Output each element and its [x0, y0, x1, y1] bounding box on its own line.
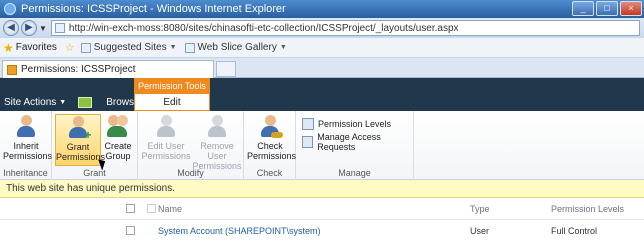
button-label-line1: Inherit	[13, 141, 39, 151]
manage-access-requests-button[interactable]: Manage Access Requests	[302, 132, 413, 152]
group-label: Inheritance	[3, 168, 48, 178]
check-permissions-icon	[257, 114, 283, 138]
favorites-star-icon[interactable]: ★	[3, 41, 14, 55]
button-label-line2: Permissions	[141, 151, 191, 161]
column-header-permission-levels[interactable]: Permission Levels	[551, 204, 624, 214]
ribbon-group-manage: Permission Levels Manage Access Requests…	[296, 111, 414, 180]
address-url[interactable]: http://win-exch-moss:8080/sites/chinasof…	[69, 23, 459, 34]
user-name-link[interactable]: System Account (SHAREPOINT\system)	[158, 226, 321, 236]
grant-permissions-button[interactable]: + Grant Permissions	[55, 114, 106, 166]
forward-button[interactable]: ▶	[21, 20, 37, 36]
browser-tab[interactable]: Permissions: ICSSProject	[2, 60, 214, 78]
favorites-bar: ★ Favorites ☆ Suggested Sites ▼ Web Slic…	[0, 38, 644, 58]
button-label-line2: Permissions	[247, 151, 297, 161]
navigate-up-icon[interactable]	[78, 97, 93, 108]
table-header: Name Type Permission Levels	[0, 198, 644, 220]
edit-user-permissions-button[interactable]: Edit User Permissions	[141, 114, 191, 166]
favorites-button[interactable]: Favorites	[16, 42, 57, 53]
inherit-permissions-button[interactable]: Inherit Permissions	[3, 114, 53, 166]
unique-permissions-notice: This web site has unique permissions.	[0, 180, 644, 198]
button-label: Manage Access Requests	[317, 132, 381, 152]
link-icon	[80, 42, 91, 53]
history-dropdown-icon[interactable]: ▼	[39, 24, 47, 33]
select-all-checkbox[interactable]	[126, 204, 135, 213]
ribbon-group-modify: Edit User Permissions Remove User Permis…	[138, 111, 244, 180]
chevron-down-icon: ▼	[279, 44, 287, 51]
create-group-button[interactable]: Create Group	[100, 114, 136, 166]
tab-label: Permissions: ICSSProject	[21, 64, 136, 75]
sharepoint-nav: Site Actions ▼ Browse	[0, 94, 644, 111]
address-bar[interactable]: http://win-exch-moss:8080/sites/chinasof…	[50, 20, 640, 36]
window-title: Permissions: ICSSProject - Windows Inter…	[21, 3, 286, 15]
window-title-bar: Permissions: ICSSProject - Windows Inter…	[0, 0, 644, 18]
maximize-button[interactable]: □	[596, 1, 618, 16]
column-header-name[interactable]: Name	[158, 204, 182, 214]
ribbon-group-grant: + Grant Permissions Create Group Grant	[52, 111, 138, 180]
chevron-down-icon: ▼	[59, 99, 67, 106]
edit-user-permissions-icon	[153, 114, 179, 138]
chevron-down-icon: ▼	[169, 44, 177, 51]
button-label-line1: Grant	[66, 142, 90, 152]
new-tab-button[interactable]	[216, 61, 236, 77]
window-controls: _ □ ×	[572, 1, 642, 16]
row-checkbox[interactable]	[126, 226, 135, 235]
button-label-line2: Permissions	[56, 152, 106, 162]
favorite-link-label: Web Slice Gallery	[197, 42, 277, 53]
grant-permissions-icon: +	[65, 115, 92, 141]
ribbon-group-check: Check Permissions Check	[244, 111, 296, 180]
button-label-line2: Permissions	[3, 151, 53, 161]
permission-levels-button[interactable]: Permission Levels	[302, 117, 391, 131]
permission-tools-context-label: Permission Tools	[134, 78, 210, 94]
page-icon	[54, 23, 65, 33]
button-label-line2: Group	[105, 151, 131, 161]
favorite-link-label: Suggested Sites	[93, 42, 167, 53]
link-icon	[184, 42, 195, 53]
minimize-button[interactable]: _	[572, 1, 594, 16]
create-group-icon	[105, 114, 131, 138]
favorite-link-suggested-sites[interactable]: Suggested Sites ▼	[80, 42, 177, 53]
user-permission-level: Full Control	[551, 226, 598, 236]
inherit-permissions-icon	[13, 114, 39, 138]
user-type: User	[470, 226, 490, 236]
site-actions-menu[interactable]: Site Actions	[4, 97, 56, 108]
remove-user-permissions-icon	[204, 114, 230, 138]
button-label-line1: Create	[104, 141, 132, 151]
check-permissions-button[interactable]: Check Permissions	[247, 114, 297, 166]
button-label-line1: Edit User	[147, 141, 185, 151]
permission-levels-icon	[302, 118, 314, 130]
table-row: System Account (SHAREPOINT\system) User …	[0, 220, 644, 244]
close-button[interactable]: ×	[620, 1, 642, 16]
group-label: Manage	[338, 168, 371, 178]
ribbon: Inherit Permissions Inheritance + Grant …	[0, 111, 644, 180]
column-header-type[interactable]: Type	[470, 204, 490, 214]
remove-user-permissions-button[interactable]: Remove User Permissions	[191, 114, 243, 171]
type-column-icon	[147, 204, 156, 213]
tab-row: Permissions: ICSSProject	[0, 58, 644, 78]
group-label: Check	[256, 168, 283, 178]
tab-edit[interactable]: Edit	[134, 94, 210, 111]
button-label: Permission Levels	[318, 119, 392, 129]
button-label-line1: Check	[257, 141, 283, 151]
sharepoint-icon	[7, 64, 17, 75]
ie-icon	[4, 3, 16, 15]
address-row: ◀ ▶ ▼ http://win-exch-moss:8080/sites/ch…	[0, 18, 644, 38]
button-label-line1: Remove User	[200, 141, 234, 161]
favorite-link-web-slice-gallery[interactable]: Web Slice Gallery ▼	[184, 42, 287, 53]
group-label: Grant	[83, 168, 106, 178]
ribbon-group-inheritance: Inherit Permissions Inheritance	[0, 111, 52, 180]
add-favorite-icon[interactable]: ☆	[65, 41, 75, 54]
manage-access-requests-icon	[302, 136, 314, 148]
group-label: Modify	[177, 168, 204, 178]
back-button[interactable]: ◀	[3, 20, 19, 36]
